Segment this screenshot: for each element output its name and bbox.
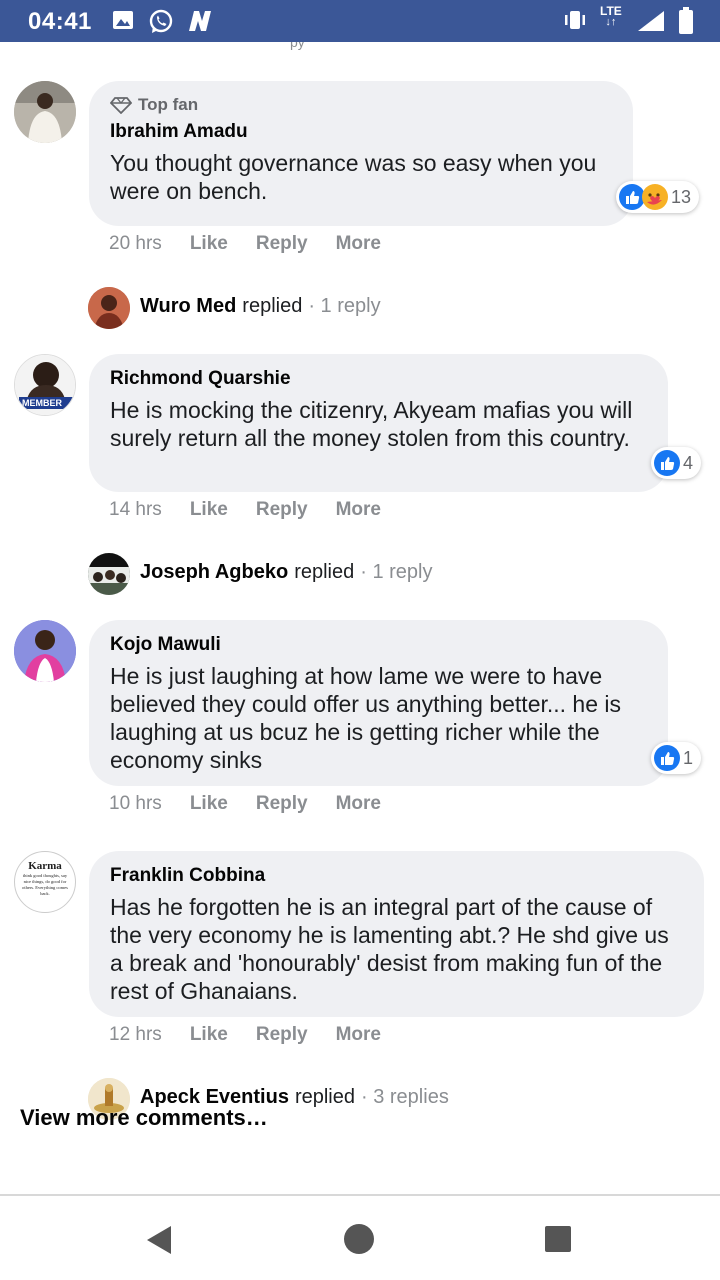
avatar[interactable]: MEMBER bbox=[14, 354, 76, 416]
like-icon bbox=[654, 450, 680, 476]
news-app-icon bbox=[189, 11, 211, 31]
comment-time: 20 hrs bbox=[109, 233, 162, 254]
status-bar: 04:41 LTE ↓↑ bbox=[0, 0, 720, 42]
comment-author[interactable]: Ibrahim Amadu bbox=[110, 121, 613, 143]
reply-avatar[interactable] bbox=[88, 287, 130, 329]
like-icon bbox=[654, 745, 680, 771]
battery-icon bbox=[679, 7, 693, 34]
comment-text: You thought governance was so easy when … bbox=[110, 150, 597, 204]
comment-text: He is mocking the citizenry, Akyeam mafi… bbox=[110, 397, 633, 451]
comment-bubble[interactable]: Top fan Ibrahim Amadu You thought govern… bbox=[89, 81, 633, 226]
like-button[interactable]: Like bbox=[190, 1024, 228, 1046]
more-button[interactable]: More bbox=[336, 1024, 381, 1046]
signal-icon bbox=[638, 11, 664, 31]
reply-button[interactable]: Reply bbox=[256, 499, 308, 521]
comment-actions: 10 hrs Like Reply More bbox=[109, 793, 381, 815]
reaction-count: 1 bbox=[683, 747, 694, 768]
view-more-comments-link[interactable]: View more comments… bbox=[20, 1105, 268, 1131]
more-button[interactable]: More bbox=[336, 233, 381, 255]
comment-text: He is just laughing at how lame we were … bbox=[110, 663, 622, 773]
like-button[interactable]: Like bbox=[190, 499, 228, 521]
back-icon[interactable] bbox=[145, 1224, 173, 1256]
gallery-icon bbox=[113, 11, 133, 29]
reply-button[interactable]: Reply bbox=[256, 793, 308, 815]
comment-author[interactable]: Kojo Mawuli bbox=[110, 634, 648, 656]
reaction-count: 4 bbox=[683, 452, 694, 473]
reaction-count: 13 bbox=[671, 186, 692, 207]
reply-avatar[interactable] bbox=[88, 553, 130, 595]
view-replies-link[interactable]: Joseph Agbeko replied · 1 reply bbox=[140, 561, 432, 584]
comment-text: Has he forgotten he is an integral part … bbox=[110, 894, 669, 1004]
top-fan-badge: Top fan bbox=[110, 95, 613, 115]
like-button[interactable]: Like bbox=[190, 793, 228, 815]
avatar[interactable] bbox=[14, 81, 76, 143]
more-button[interactable]: More bbox=[336, 499, 381, 521]
reaction-summary[interactable]: 13 bbox=[616, 181, 700, 213]
home-icon[interactable] bbox=[343, 1223, 375, 1255]
comment-actions: 20 hrs Like Reply More bbox=[109, 233, 381, 255]
diamond-icon bbox=[110, 97, 132, 114]
comment-author[interactable]: Richmond Quarshie bbox=[110, 368, 648, 390]
reply-button[interactable]: Reply bbox=[256, 233, 308, 255]
reaction-summary[interactable]: 4 bbox=[651, 447, 702, 479]
avatar[interactable] bbox=[14, 620, 76, 682]
comment-bubble[interactable]: Kojo Mawuli He is just laughing at how l… bbox=[89, 620, 668, 786]
reaction-summary[interactable]: 1 bbox=[651, 742, 702, 774]
comment-actions: 14 hrs Like Reply More bbox=[109, 499, 381, 521]
lte-indicator: LTE ↓↑ bbox=[600, 4, 622, 28]
comment-actions: 12 hrs Like Reply More bbox=[109, 1024, 381, 1046]
care-icon bbox=[642, 184, 668, 210]
status-time: 04:41 bbox=[28, 8, 92, 35]
comment-time: 12 hrs bbox=[109, 1024, 162, 1045]
recents-icon[interactable] bbox=[544, 1225, 572, 1253]
comment-bubble[interactable]: Franklin Cobbina Has he forgotten he is … bbox=[89, 851, 704, 1017]
comment-time: 10 hrs bbox=[109, 793, 162, 814]
like-button[interactable]: Like bbox=[190, 233, 228, 255]
navigation-bar bbox=[0, 1194, 720, 1280]
reply-button[interactable]: Reply bbox=[256, 1024, 308, 1046]
avatar[interactable]: Karma think good thoughts, say nice thin… bbox=[14, 851, 76, 913]
vibrate-icon bbox=[565, 11, 585, 29]
view-replies-link[interactable]: Wuro Med replied · 1 reply bbox=[140, 295, 381, 318]
whatsapp-icon bbox=[149, 9, 173, 33]
comment-time: 14 hrs bbox=[109, 499, 162, 520]
comment-feed[interactable]: py Top fan Ibrahim Amadu You thought gov… bbox=[0, 42, 720, 1194]
cut-off-text: py bbox=[290, 42, 305, 50]
more-button[interactable]: More bbox=[336, 793, 381, 815]
comment-author[interactable]: Franklin Cobbina bbox=[110, 865, 684, 887]
comment-bubble[interactable]: Richmond Quarshie He is mocking the citi… bbox=[89, 354, 668, 492]
